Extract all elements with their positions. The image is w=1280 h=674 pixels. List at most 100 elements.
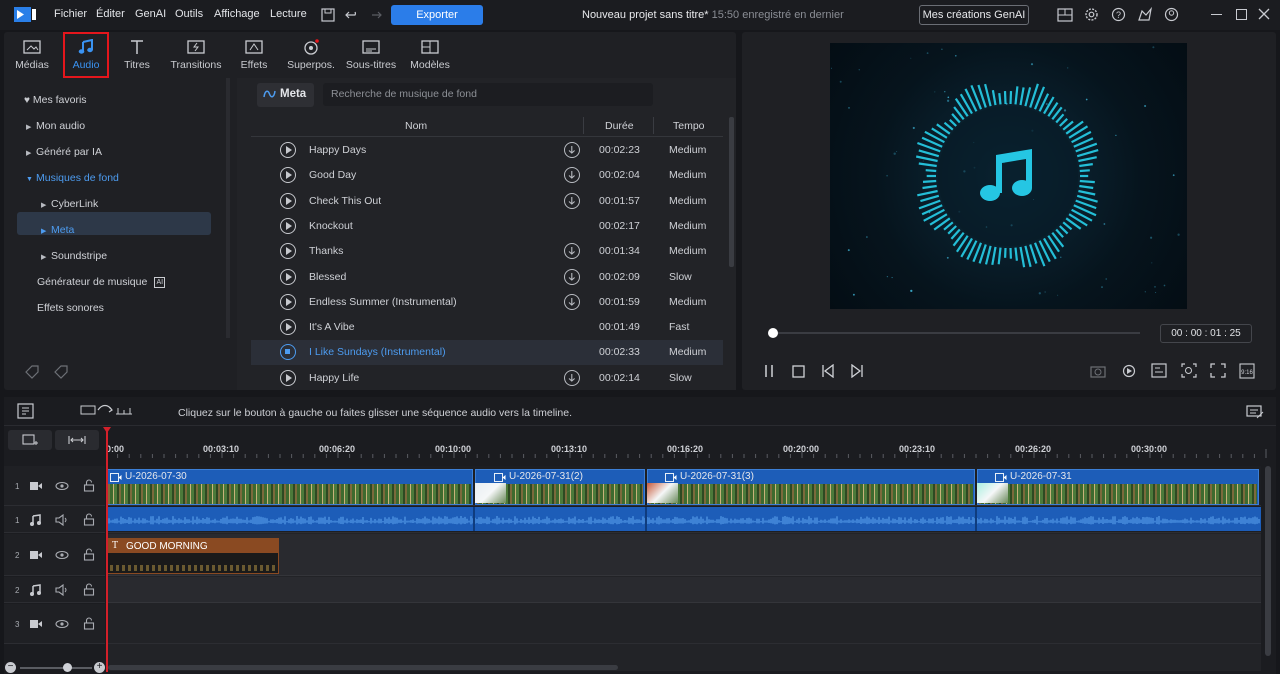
timecode-display[interactable]: 00 : 00 : 01 : 25 <box>1160 324 1252 343</box>
menu-editer[interactable]: Éditer <box>96 8 125 20</box>
aspect-ratio-icon[interactable]: 9:16 <box>1239 363 1255 379</box>
edit-tracks-icon[interactable] <box>1246 404 1264 420</box>
transition-thumbnail[interactable] <box>647 483 678 503</box>
genai-creations-button[interactable]: Mes créations GenAI <box>919 5 1029 25</box>
video-clip[interactable]: U-2026-07-31 <box>977 469 1259 505</box>
menu-genai[interactable]: GenAI <box>135 8 166 20</box>
zoom-slider[interactable] <box>20 667 92 669</box>
download-icon[interactable] <box>564 192 580 209</box>
download-icon[interactable] <box>564 369 580 386</box>
tab-superpos[interactable]: Superpos. <box>283 32 339 74</box>
lock-icon[interactable] <box>83 479 95 492</box>
track-row[interactable]: Good Day 00:02:04 Medium <box>251 163 723 188</box>
tag-add-icon[interactable] <box>53 365 71 379</box>
track-row[interactable]: Endless Summer (Instrumental) 00:01:59 Med… <box>251 290 723 315</box>
play-preview-icon[interactable] <box>280 369 296 386</box>
eye-visibility-icon[interactable] <box>55 480 69 492</box>
help-icon[interactable]: ? <box>1111 7 1126 22</box>
sidebar-item-my-audio[interactable]: ▶ Mon audio <box>26 115 85 137</box>
title-clip[interactable]: T GOOD MORNING <box>107 538 279 574</box>
sidebar-item-favorites[interactable]: ♥ Mes favoris <box>24 89 87 111</box>
download-icon[interactable] <box>564 243 580 260</box>
lock-icon[interactable] <box>83 583 95 596</box>
sidebar-item-meta[interactable]: ▶ Meta <box>41 219 74 241</box>
tab-sous-titres[interactable]: Sous-titres <box>344 32 398 74</box>
transition-thumbnail[interactable] <box>977 483 1008 503</box>
lock-icon[interactable] <box>83 548 95 561</box>
track-row[interactable]: Knockout 00:02:17 Medium <box>251 214 723 239</box>
sidebar-item-ai-generated[interactable]: ▶ Généré par IA <box>26 141 102 163</box>
snapshot-camera-icon[interactable] <box>1090 364 1106 378</box>
list-scrollbar[interactable] <box>729 117 734 267</box>
col-name[interactable]: Nom <box>405 120 427 132</box>
download-icon[interactable] <box>564 167 580 184</box>
sidebar-item-soundstripe[interactable]: ▶ Soundstripe <box>41 245 107 267</box>
transition-thumbnail[interactable] <box>475 483 506 503</box>
sidebar-item-cyberlink[interactable]: ▶ CyberLink <box>41 193 98 215</box>
export-button[interactable]: Exporter <box>391 5 483 25</box>
add-track-button[interactable] <box>8 430 52 450</box>
music-search-input[interactable]: Recherche de musique de fond <box>323 83 653 106</box>
timeline-horizontal-scrollbar[interactable] <box>108 665 618 670</box>
maximize-icon[interactable] <box>1236 9 1247 20</box>
video-clip[interactable]: U-2026-07-31(3) <box>647 469 975 505</box>
speaker-mute-icon[interactable] <box>55 513 69 526</box>
col-tempo[interactable]: Tempo <box>673 120 705 132</box>
menu-outils[interactable]: Outils <box>175 8 203 20</box>
tab-audio[interactable]: Audio <box>58 32 114 74</box>
fullscreen-icon[interactable] <box>1210 363 1226 378</box>
track-row[interactable]: Happy Days 00:02:23 Medium <box>251 138 723 163</box>
eye-visibility-icon[interactable] <box>55 618 69 630</box>
tab-modeles[interactable]: Modèles <box>402 32 458 74</box>
stop-preview-icon[interactable] <box>280 344 296 361</box>
tab-titres[interactable]: Titres <box>109 32 165 74</box>
speaker-mute-icon[interactable] <box>55 584 69 596</box>
redo-icon[interactable] <box>368 8 382 22</box>
track-row[interactable]: Blessed 00:02:09 Slow <box>251 265 723 290</box>
track-row[interactable]: It's A Vibe 00:01:49 Fast <box>251 315 723 340</box>
previous-frame-icon[interactable] <box>821 364 835 378</box>
video-clip[interactable]: U-2026-07-30 <box>106 469 473 505</box>
eye-visibility-icon[interactable] <box>55 549 69 561</box>
timeline-mode-icon[interactable] <box>17 403 34 419</box>
play-preview-icon[interactable] <box>280 192 296 209</box>
close-icon[interactable] <box>1258 8 1270 20</box>
download-icon[interactable] <box>564 293 580 310</box>
play-preview-icon[interactable] <box>280 142 296 158</box>
track-row[interactable]: I Like Sundays (Instrumental) 00:02:33 Med… <box>251 340 723 366</box>
timeline-vertical-scrollbar[interactable] <box>1265 466 1271 656</box>
sidebar-item-music-generator[interactable]: Générateur de musique AI <box>37 271 166 293</box>
audio-ducking-icon[interactable] <box>80 404 134 418</box>
meta-source-chip[interactable]: Meta <box>257 83 314 107</box>
tab-transitions[interactable]: Transitions <box>167 32 225 74</box>
layout-icon[interactable] <box>1057 8 1073 22</box>
sidebar-item-sound-effects[interactable]: Effets sonores <box>37 297 104 319</box>
download-icon[interactable] <box>564 268 580 285</box>
stop-icon[interactable] <box>792 365 805 378</box>
save-icon[interactable] <box>321 8 335 22</box>
play-preview-icon[interactable] <box>280 167 296 184</box>
timeline-playhead[interactable] <box>106 427 108 672</box>
play-preview-icon[interactable] <box>280 268 296 285</box>
track-row[interactable]: Happy Life 00:02:14 Slow <box>251 366 723 391</box>
play-preview-icon[interactable] <box>280 293 296 310</box>
notification-icon[interactable] <box>1137 7 1153 22</box>
tab-effets[interactable]: Effets <box>226 32 282 74</box>
play-preview-icon[interactable] <box>280 243 296 260</box>
tag-icon[interactable] <box>24 365 42 379</box>
col-duration[interactable]: Durée <box>605 120 634 132</box>
playback-track[interactable] <box>770 332 1140 334</box>
menu-lecture[interactable]: Lecture <box>270 8 307 20</box>
sidebar-item-background-music[interactable]: ▼ Musiques de fond <box>26 167 119 189</box>
lock-icon[interactable] <box>83 512 95 526</box>
playhead-knob[interactable] <box>768 328 778 338</box>
download-icon[interactable] <box>564 142 580 158</box>
minimize-icon[interactable] <box>1211 14 1222 16</box>
zoom-out-icon[interactable]: − <box>5 662 16 673</box>
tab-medias[interactable]: Médias <box>4 32 60 74</box>
pause-icon[interactable] <box>763 364 775 378</box>
track-row[interactable]: Thanks 00:01:34 Medium <box>251 239 723 264</box>
settings-gear-icon[interactable] <box>1084 7 1099 22</box>
zoom-slider-knob[interactable] <box>63 663 72 672</box>
menu-affichage[interactable]: Affichage <box>214 8 260 20</box>
